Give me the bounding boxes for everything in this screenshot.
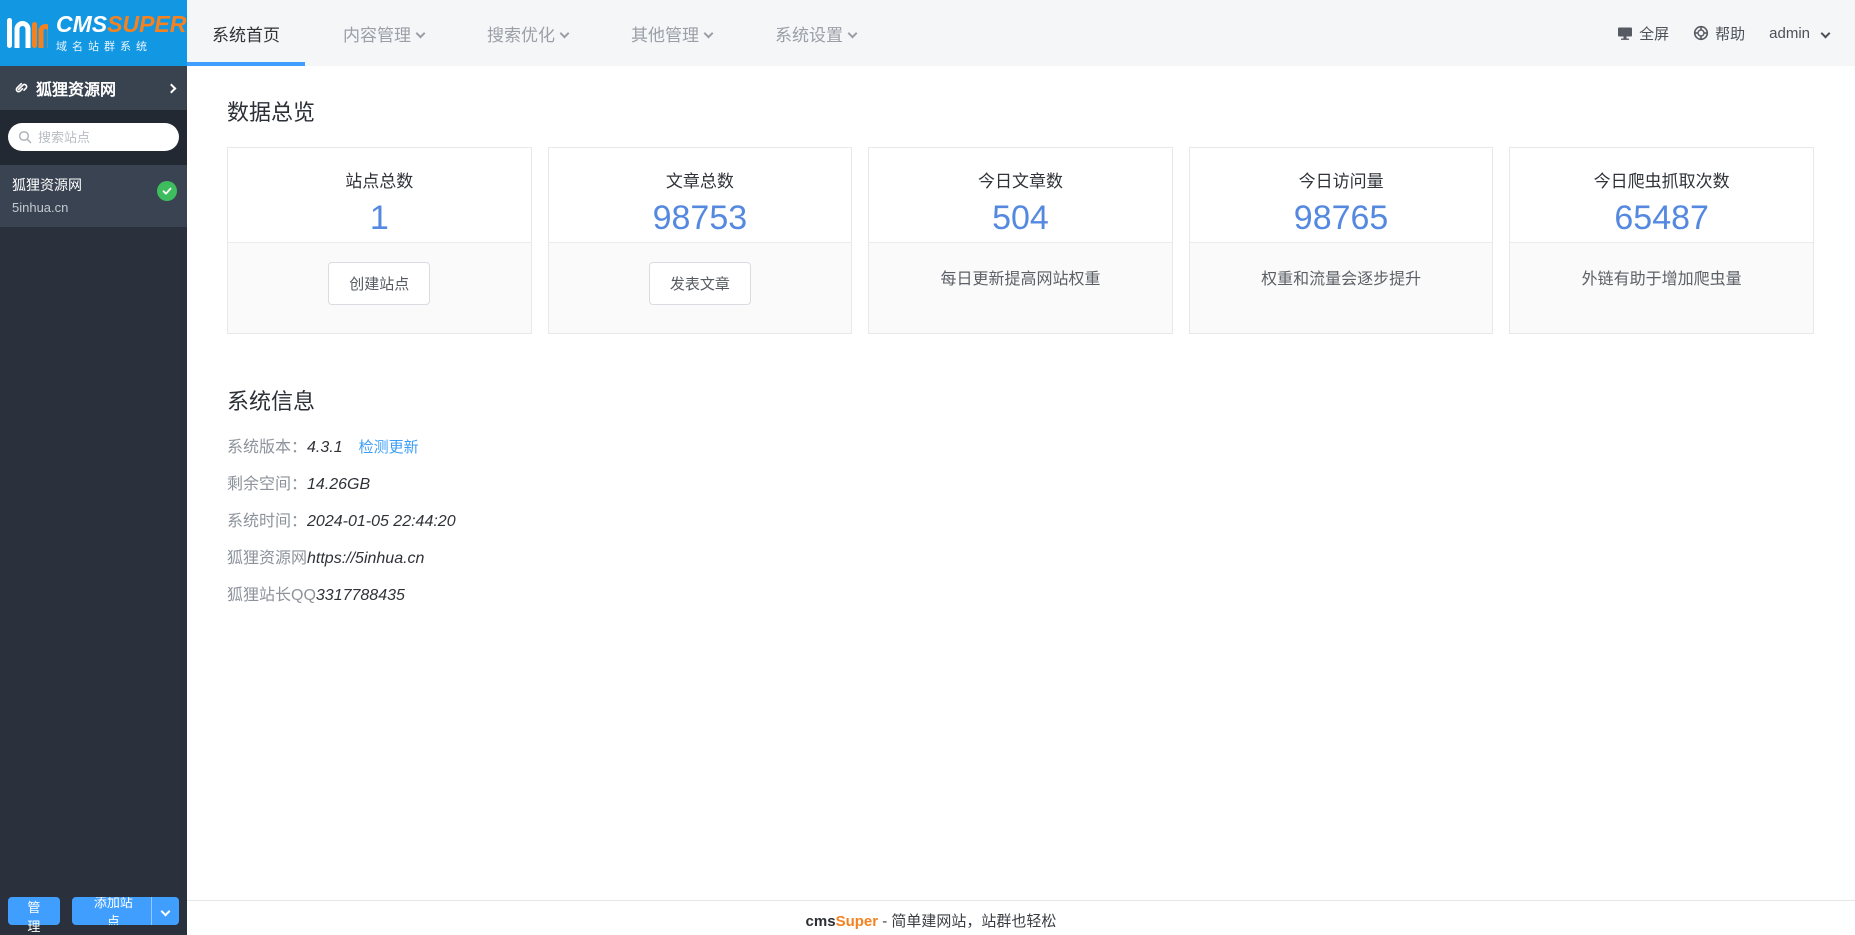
chevron-down-icon (559, 28, 570, 38)
brand-name: CMSSUPER 域名站群系统 (56, 13, 186, 53)
nav-tab-seo[interactable]: 搜索优化 (462, 0, 593, 66)
card-value: 504 (992, 199, 1049, 237)
nav-tab-content[interactable]: 内容管理 (318, 0, 449, 66)
brand-logo[interactable]: CMSSUPER 域名站群系统 (0, 0, 187, 66)
site-list-item[interactable]: 狐狸资源网 5inhua.cn (0, 165, 187, 227)
card-value: 1 (369, 199, 389, 237)
nav-tab-label: 系统首页 (212, 25, 280, 45)
nav-tab-label: 系统设置 (775, 25, 843, 45)
main-area: 系统首页 内容管理 搜索优化 其他管理 系统设置 全屏 帮助 admin 数据总… (187, 0, 1855, 935)
fullscreen-button[interactable]: 全屏 (1617, 23, 1669, 44)
nav-tab-other[interactable]: 其他管理 (606, 0, 737, 66)
card-label: 今日爬虫抓取次数 (1593, 172, 1730, 191)
soundbars-logo-icon (7, 18, 48, 48)
card-value: 98753 (652, 199, 748, 237)
site-search-input[interactable] (8, 123, 179, 151)
fullscreen-label: 全屏 (1639, 25, 1670, 43)
sidebar-spacer (0, 227, 187, 897)
nav-tab-label: 内容管理 (343, 25, 411, 45)
stat-card-crawler: 今日爬虫抓取次数 65487 外链有助于增加爬虫量 (1509, 147, 1814, 334)
monitor-icon (1618, 27, 1633, 40)
card-footer-text: 每日更新提高网站权重 (940, 271, 1101, 288)
info-row-time: 系统时间： 2024-01-05 22:44:20 (227, 507, 1814, 531)
info-value: https://5inhua.cn (307, 550, 425, 567)
search-icon (18, 130, 32, 144)
overview-title: 数据总览 (227, 100, 316, 125)
info-value: 3317788435 (315, 587, 405, 604)
chevron-down-icon (415, 28, 426, 38)
card-value: 98765 (1293, 199, 1389, 237)
topbar-right: 全屏 帮助 admin (1617, 0, 1855, 66)
stat-card-articles: 文章总数 98753 发表文章 (547, 147, 853, 334)
card-footer-text: 外链有助于增加爬虫量 (1581, 271, 1742, 288)
system-info-title: 系统信息 (227, 389, 316, 414)
current-site-header[interactable]: 狐狸资源网 (0, 66, 187, 110)
help-button[interactable]: 帮助 (1693, 23, 1745, 44)
info-row-site-url: 狐狸资源网 https://5inhua.cn (227, 544, 1814, 568)
brand-super: SUPER (107, 11, 187, 37)
site-search-section (0, 110, 187, 165)
stat-card-sites: 站点总数 1 创建站点 (227, 147, 532, 334)
nav-tab-home[interactable]: 系统首页 (187, 0, 305, 66)
page-content: 数据总览 站点总数 1 创建站点 文章总数 98753 发表文章 今日文章数 5… (187, 66, 1855, 900)
card-footer-text: 权重和流量会逐步提升 (1261, 271, 1422, 288)
stat-card-today-articles: 今日文章数 504 每日更新提高网站权重 (868, 147, 1173, 334)
brand-cms: CMS (56, 11, 108, 37)
link-icon (15, 82, 28, 93)
create-site-button[interactable]: 创建站点 (328, 262, 431, 305)
help-icon (1694, 25, 1709, 41)
chevron-right-icon (166, 83, 177, 93)
brand-subtitle: 域名站群系统 (56, 41, 152, 53)
info-value: 4.3.1 (307, 439, 343, 456)
top-navigation: 系统首页 内容管理 搜索优化 其他管理 系统设置 (187, 0, 894, 66)
manage-button[interactable]: 管理 (8, 897, 60, 934)
card-label: 今日文章数 (977, 172, 1063, 191)
stat-cards: 站点总数 1 创建站点 文章总数 98753 发表文章 今日文章数 504 每日… (227, 147, 1814, 334)
site-item-name: 狐狸资源网 (12, 177, 82, 193)
system-info-section: 系统信息 系统版本： 4.3.1 检测更新 剩余空间： 14.26GB 系统时间… (227, 384, 1814, 605)
check-update-link[interactable]: 检测更新 (359, 436, 419, 457)
nav-tab-settings[interactable]: 系统设置 (750, 0, 881, 66)
username: admin (1769, 24, 1810, 42)
info-label: 狐狸资源网 (227, 550, 308, 567)
help-label: 帮助 (1715, 25, 1746, 43)
info-row-qq: 狐狸站长QQ 3317788435 (227, 581, 1814, 605)
site-item-domain: 5inhua.cn (12, 200, 69, 215)
nav-tab-label: 搜索优化 (487, 25, 555, 45)
app-window: CMSSUPER 域名站群系统 狐狸资源网 搜索站点 狐狸资源网 5inhua.… (0, 0, 1855, 935)
footer-brand-super: Super (835, 913, 879, 930)
footer-tagline: - 简单建网站，站群也轻松 (878, 913, 1057, 930)
chevron-down-icon (847, 28, 858, 38)
system-info-list: 系统版本： 4.3.1 检测更新 剩余空间： 14.26GB 系统时间： 202… (227, 433, 1814, 605)
publish-article-button[interactable]: 发表文章 (648, 262, 751, 305)
green-check-icon (157, 181, 177, 201)
info-label: 剩余空间： (227, 476, 308, 493)
info-value: 14.26GB (307, 476, 371, 493)
nav-tab-label: 其他管理 (631, 25, 699, 45)
card-label: 今日访问量 (1298, 172, 1384, 191)
info-row-disk: 剩余空间： 14.26GB (227, 470, 1814, 494)
chevron-down-icon (1820, 28, 1831, 38)
chevron-down-icon (703, 28, 714, 38)
info-label: 系统版本： (227, 439, 308, 456)
card-label: 站点总数 (345, 172, 414, 191)
user-menu[interactable]: admin (1769, 24, 1831, 42)
info-value: 2024-01-05 22:44:20 (307, 513, 456, 530)
card-label: 文章总数 (665, 172, 734, 191)
footer-brand-cms: cms (805, 913, 836, 930)
page-footer: cmsSuper - 简单建网站，站群也轻松 (187, 900, 1855, 935)
info-label: 狐狸站长QQ (227, 587, 316, 604)
topbar: 系统首页 内容管理 搜索优化 其他管理 系统设置 全屏 帮助 admin (187, 0, 1855, 66)
current-site-name: 狐狸资源网 (36, 82, 117, 99)
info-label: 系统时间： (227, 513, 308, 530)
card-value: 65487 (1614, 199, 1709, 237)
stat-card-today-visits: 今日访问量 98765 权重和流量会逐步提升 (1188, 147, 1494, 334)
sidebar: CMSSUPER 域名站群系统 狐狸资源网 搜索站点 狐狸资源网 5inhua.… (0, 0, 187, 935)
info-row-version: 系统版本： 4.3.1 检测更新 (227, 433, 1814, 457)
